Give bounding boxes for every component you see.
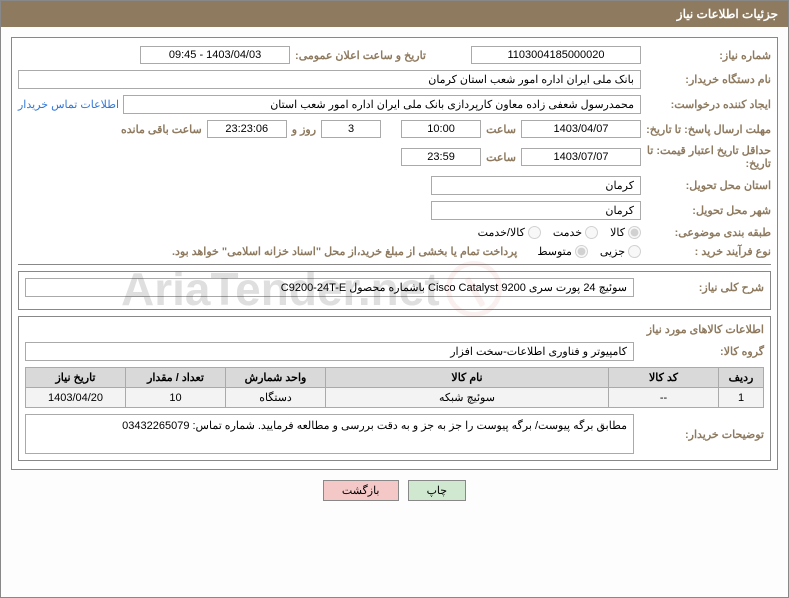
panel-header: جزئیات اطلاعات نیاز xyxy=(1,1,788,27)
goods-info-title: اطلاعات کالاهای مورد نیاز xyxy=(25,323,764,336)
need-number-value: 1103004185000020 xyxy=(471,46,641,64)
cell-unit: دستگاه xyxy=(226,388,326,408)
time-label-1: ساعت xyxy=(481,123,521,136)
print-button[interactable]: چاپ xyxy=(408,480,467,501)
th-radif: ردیف xyxy=(719,368,764,388)
radio-motavaset[interactable]: متوسط xyxy=(537,245,588,258)
buyer-org-label: نام دستگاه خریدار: xyxy=(641,73,771,86)
divider xyxy=(18,264,771,265)
announce-datetime-label: تاریخ و ساعت اعلان عمومی: xyxy=(290,49,431,62)
radio-kala-khedmat[interactable]: کالا/خدمت xyxy=(478,226,541,239)
days-remaining-value: 3 xyxy=(321,120,381,138)
goods-info-box: اطلاعات کالاهای مورد نیاز گروه کالا: کام… xyxy=(18,316,771,461)
classification-label: طبقه بندی موضوعی: xyxy=(641,226,771,239)
delivery-province-value: کرمان xyxy=(431,176,641,195)
table-row: 1 -- سوئیچ شبکه دستگاه 10 1403/04/20 xyxy=(26,388,764,408)
requester-value: محمدرسول شعفی زاده معاون کارپردازی بانک … xyxy=(123,95,641,114)
cell-code: -- xyxy=(609,388,719,408)
price-validity-date-value: 1403/07/07 xyxy=(521,148,641,166)
payment-note: پرداخت تمام یا بخشی از مبلغ خرید،از محل … xyxy=(172,245,517,258)
th-date: تاریخ نیاز xyxy=(26,368,126,388)
buyer-notes-label: توضیحات خریدار: xyxy=(634,428,764,441)
countdown-value: 23:23:06 xyxy=(207,120,287,138)
need-description-label: شرح کلی نیاز: xyxy=(634,281,764,294)
cell-radif: 1 xyxy=(719,388,764,408)
delivery-city-value: کرمان xyxy=(431,201,641,220)
response-time-value: 10:00 xyxy=(401,120,481,138)
th-code: کد کالا xyxy=(609,368,719,388)
button-bar: چاپ بازگشت xyxy=(1,480,788,501)
radio-kala-khedmat-label: کالا/خدمت xyxy=(478,226,525,239)
need-description-value: سوئیچ 24 پورت سری Cisco Catalyst 9200 با… xyxy=(25,278,634,297)
need-number-label: شماره نیاز: xyxy=(641,49,771,62)
radio-kala-input[interactable] xyxy=(628,226,641,239)
main-panel: شماره نیاز: 1103004185000020 تاریخ و ساع… xyxy=(11,37,778,470)
buy-process-label: نوع فرآیند خرید : xyxy=(641,245,771,258)
radio-kala-khedmat-input[interactable] xyxy=(528,226,541,239)
radio-kala-label: کالا xyxy=(610,226,625,239)
price-validity-label: حداقل تاریخ اعتبار قیمت: تا تاریخ: xyxy=(641,144,771,170)
goods-group-label: گروه کالا: xyxy=(634,345,764,358)
radio-jozi[interactable]: جزیی xyxy=(600,245,641,258)
hours-remaining-label: ساعت باقی مانده xyxy=(116,123,207,136)
goods-table: ردیف کد کالا نام کالا واحد شمارش تعداد /… xyxy=(25,367,764,408)
buyer-org-value: بانک ملی ایران اداره امور شعب استان کرما… xyxy=(18,70,641,89)
radio-khedmat-input[interactable] xyxy=(585,226,598,239)
cell-name: سوئیچ شبکه xyxy=(326,388,609,408)
cell-qty: 10 xyxy=(126,388,226,408)
radio-kala[interactable]: کالا xyxy=(610,226,641,239)
response-deadline-label: مهلت ارسال پاسخ: تا تاریخ: xyxy=(641,123,771,136)
back-button[interactable]: بازگشت xyxy=(323,480,399,501)
th-qty: تعداد / مقدار xyxy=(126,368,226,388)
radio-khedmat-label: خدمت xyxy=(553,226,582,239)
need-description-box: شرح کلی نیاز: سوئیچ 24 پورت سری Cisco Ca… xyxy=(18,271,771,310)
goods-group-value: کامپیوتر و فناوری اطلاعات-سخت افزار xyxy=(25,342,634,361)
cell-date: 1403/04/20 xyxy=(26,388,126,408)
delivery-city-label: شهر محل تحویل: xyxy=(641,204,771,217)
buyer-notes-value: مطابق برگه پیوست/ برگه پیوست را جز به جز… xyxy=(25,414,634,454)
buyer-contact-link[interactable]: اطلاعات تماس خریدار xyxy=(18,98,123,111)
time-label-2: ساعت xyxy=(481,151,521,164)
delivery-province-label: استان محل تحویل: xyxy=(641,179,771,192)
days-and-label: روز و xyxy=(287,123,321,136)
radio-jozi-label: جزیی xyxy=(600,245,625,258)
radio-motavaset-label: متوسط xyxy=(537,245,572,258)
radio-jozi-input[interactable] xyxy=(628,245,641,258)
radio-khedmat[interactable]: خدمت xyxy=(553,226,598,239)
th-name: نام کالا xyxy=(326,368,609,388)
announce-datetime-value: 1403/04/03 - 09:45 xyxy=(140,46,290,64)
response-date-value: 1403/04/07 xyxy=(521,120,641,138)
radio-motavaset-input[interactable] xyxy=(575,245,588,258)
price-validity-time-value: 23:59 xyxy=(401,148,481,166)
requester-label: ایجاد کننده درخواست: xyxy=(641,98,771,111)
th-unit: واحد شمارش xyxy=(226,368,326,388)
